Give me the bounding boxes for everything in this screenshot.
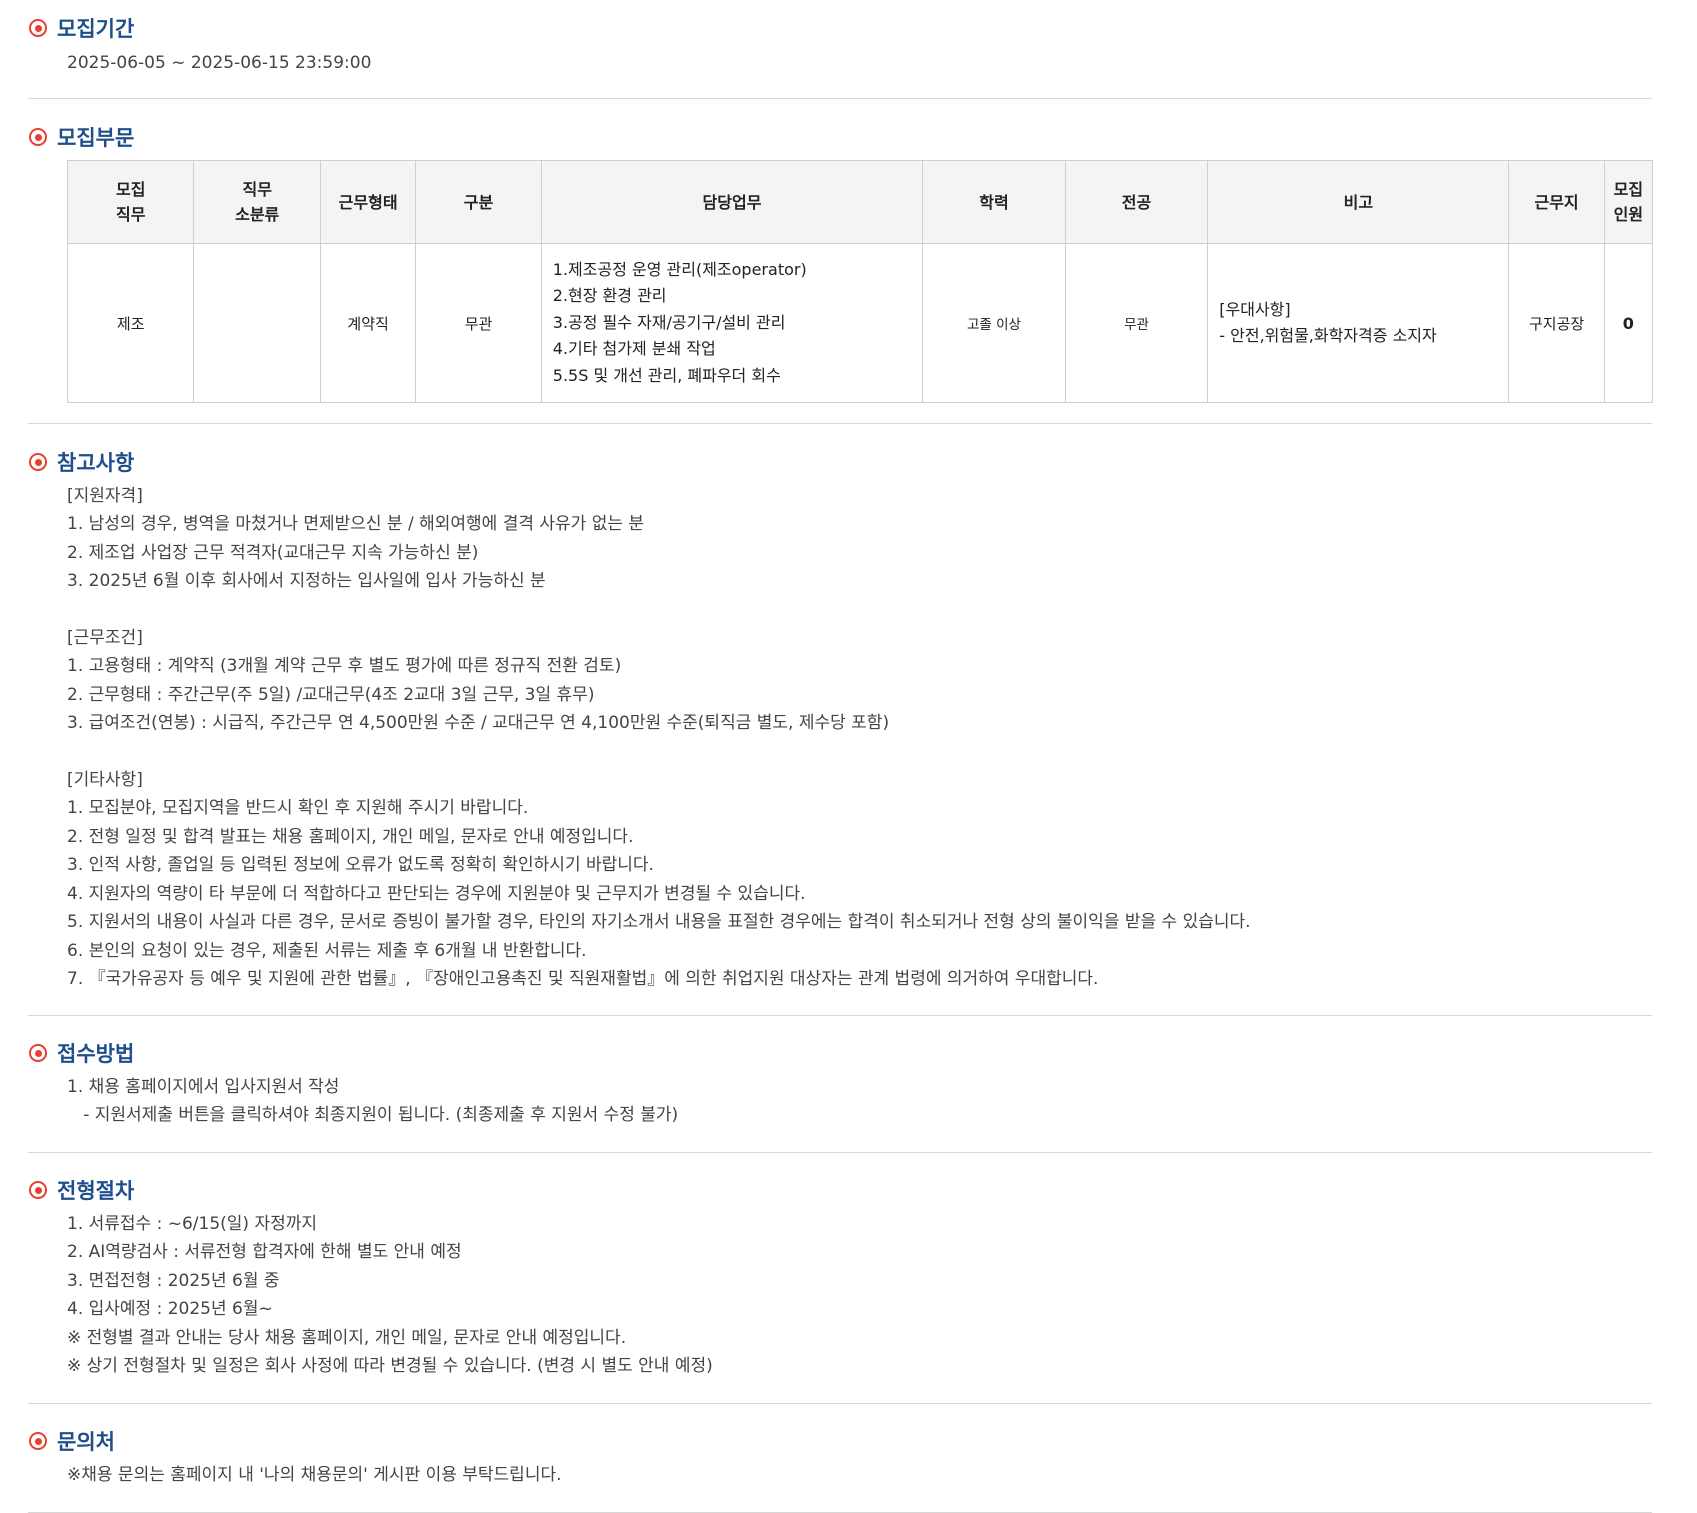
bullet-icon	[29, 1181, 47, 1199]
divider	[28, 1152, 1652, 1153]
text-line: 7. 『국가유공자 등 예우 및 지원에 관한 법률』, 『장애인고용촉진 및 …	[67, 968, 1099, 989]
text-line: 1. 모집분야, 모집지역을 반드시 확인 후 지원해 주시기 바랍니다.	[67, 798, 529, 819]
section-title-contact: 문의처	[28, 1426, 1652, 1456]
header-job: 모집 직무	[66, 160, 195, 244]
header-notes: 비고	[1207, 160, 1510, 244]
text-line: 6. 본인의 요청이 있는 경우, 제출된 서류는 제출 후 6개월 내 반환합…	[67, 940, 587, 961]
text-line: 1. 채용 홈페이지에서 입사지원서 작성	[67, 1077, 340, 1097]
cell-count: 0	[1603, 243, 1654, 403]
text-line: 2. 근무형태 : 주간근무(주 5일) /교대근무(4조 2교대 3일 근무,…	[67, 684, 595, 705]
bullet-icon	[29, 453, 47, 471]
bullet-icon	[29, 19, 47, 37]
division-table: 모집 직무 직무 소분류 근무형태 구분 담당업무 학력 전공 비고 근무지 모집 인…	[66, 160, 1654, 403]
header-count: 모집 인원	[1603, 160, 1654, 244]
text-line	[67, 738, 1652, 766]
section-application: 접수방법 1. 채용 홈페이지에서 입사지원서 작성 - 지원서제출 버튼을 클…	[28, 1038, 1652, 1130]
divider	[28, 1015, 1652, 1016]
bullet-icon	[29, 1044, 47, 1062]
text-line: 1. 고용형태 : 계약직 (3개월 계약 근무 후 별도 평가에 따른 정규직…	[67, 656, 622, 677]
section-division: 모집부문	[28, 122, 1652, 152]
text-line: - 지원서제출 버튼을 클릭하셔야 최종지원이 됩니다. (최종제출 후 지원서…	[67, 1105, 679, 1126]
cell-education: 고졸 이상	[922, 243, 1066, 403]
cell-category: 무관	[415, 243, 542, 403]
cell-job: 제조	[66, 243, 195, 403]
text-line: 3. 면접전형 : 2025년 6월 중	[67, 1270, 280, 1291]
bullet-icon	[29, 1432, 47, 1450]
text-line	[67, 596, 1652, 624]
text-line: 2. AI역량검사 : 서류전형 합격자에 한해 별도 안내 예정	[67, 1242, 462, 1263]
text-line: [지원자격]	[67, 486, 143, 506]
section-reference: 참고사항 [지원자격] 1. 남성의 경우, 병역을 마쳤거나 면제받으신 분 /…	[28, 447, 1652, 993]
section-title-application: 접수방법	[28, 1038, 1652, 1068]
text-line: [근무조건]	[67, 628, 143, 649]
section-period: 모집기간 2025-06-05 ~ 2025-06-15 23:59:00	[28, 13, 1652, 77]
contact-body: ※채용 문의는 홈페이지 내 '나의 채용문의' 게시판 이용 부탁드립니다.	[28, 1461, 1652, 1489]
cell-major: 무관	[1064, 243, 1209, 403]
application-body: 1. 채용 홈페이지에서 입사지원서 작성 - 지원서제출 버튼을 클릭하셔야 …	[28, 1073, 1652, 1130]
reference-body: [지원자격] 1. 남성의 경우, 병역을 마쳤거나 면제받으신 분 / 해외여행…	[28, 482, 1652, 993]
text-line: ※ 상기 전형절차 및 일정은 회사 사정에 따라 변경될 수 있습니다. (변…	[67, 1356, 713, 1377]
section-contact: 문의처 ※채용 문의는 홈페이지 내 '나의 채용문의' 게시판 이용 부탁드립…	[28, 1426, 1652, 1489]
text-line: 1. 남성의 경우, 병역을 마쳤거나 면제받으신 분 / 해외여행에 결격 사…	[67, 514, 645, 535]
header-duties: 담당업무	[540, 160, 924, 244]
text-line: 4. 지원자의 역량이 타 부문에 더 적합하다고 판단되는 경우에 지원분야 …	[67, 883, 806, 904]
text-line: 1. 서류접수 : ~6/15(일) 자정까지	[67, 1214, 318, 1234]
text-line: 4. 입사예정 : 2025년 6월~	[67, 1299, 273, 1320]
section-title-division: 모집부문	[28, 122, 1652, 152]
text-line: 2. 제조업 사업장 근무 적격자(교대근무 지속 가능하신 분)	[67, 542, 479, 563]
text-line: ※채용 문의는 홈페이지 내 '나의 채용문의' 게시판 이용 부탁드립니다.	[67, 1465, 562, 1485]
section-title-reference: 참고사항	[28, 447, 1652, 477]
cell-notes: [우대사항] - 안전,위험물,화학자격증 소지자	[1207, 243, 1510, 403]
table-header-row: 모집 직무 직무 소분류 근무형태 구분 담당업무 학력 전공 비고 근무지 모집 인…	[66, 160, 1654, 244]
divider	[28, 98, 1652, 99]
cell-location: 구지공장	[1508, 243, 1605, 403]
text-line: ※ 전형별 결과 안내는 당사 채용 홈페이지, 개인 메일, 문자로 안내 예…	[67, 1327, 627, 1348]
header-sub: 직무 소분류	[193, 160, 321, 244]
text-line: [기타사항]	[67, 770, 143, 791]
process-body: 1. 서류접수 : ~6/15(일) 자정까지 2. AI역량검사 : 서류전형 …	[28, 1210, 1652, 1380]
cell-type: 계약직	[319, 243, 417, 403]
text-line: 3. 인적 사항, 졸업일 등 입력된 정보에 오류가 없도록 정확히 확인하시…	[67, 855, 654, 876]
text-line: 2. 전형 일정 및 합격 발표는 채용 홈페이지, 개인 메일, 문자로 안내…	[67, 826, 634, 847]
cell-duties: 1.제조공정 운영 관리(제조operator) 2.현장 환경 관리 3.공정…	[540, 243, 924, 403]
divider	[28, 423, 1652, 424]
header-category: 구분	[415, 160, 542, 244]
header-location: 근무지	[1508, 160, 1605, 244]
header-major: 전공	[1064, 160, 1209, 244]
divider	[28, 1403, 1652, 1404]
section-process: 전형절차 1. 서류접수 : ~6/15(일) 자정까지 2. AI역량검사 : …	[28, 1175, 1652, 1380]
text-line: 3. 2025년 6월 이후 회사에서 지정하는 입사일에 입사 가능하신 분	[67, 571, 546, 592]
table-row: 제조 계약직 무관 1.제조공정 운영 관리(제조operator) 2.현장 …	[66, 243, 1654, 403]
section-title-period: 모집기간	[28, 13, 1652, 43]
period-value: 2025-06-05 ~ 2025-06-15 23:59:00	[67, 53, 372, 73]
header-type: 근무형태	[319, 160, 417, 244]
header-education: 학력	[922, 160, 1066, 244]
cell-sub	[193, 243, 321, 403]
text-line: 3. 급여조건(연봉) : 시급직, 주간근무 연 4,500만원 수준 / 교…	[67, 713, 890, 734]
bullet-icon	[29, 128, 47, 146]
job-posting-page: 모집기간 2025-06-05 ~ 2025-06-15 23:59:00 모집…	[0, 0, 1697, 1513]
text-line: 5. 지원서의 내용이 사실과 다른 경우, 문서로 증빙이 불가할 경우, 타…	[67, 912, 1251, 933]
section-title-process: 전형절차	[28, 1175, 1652, 1205]
